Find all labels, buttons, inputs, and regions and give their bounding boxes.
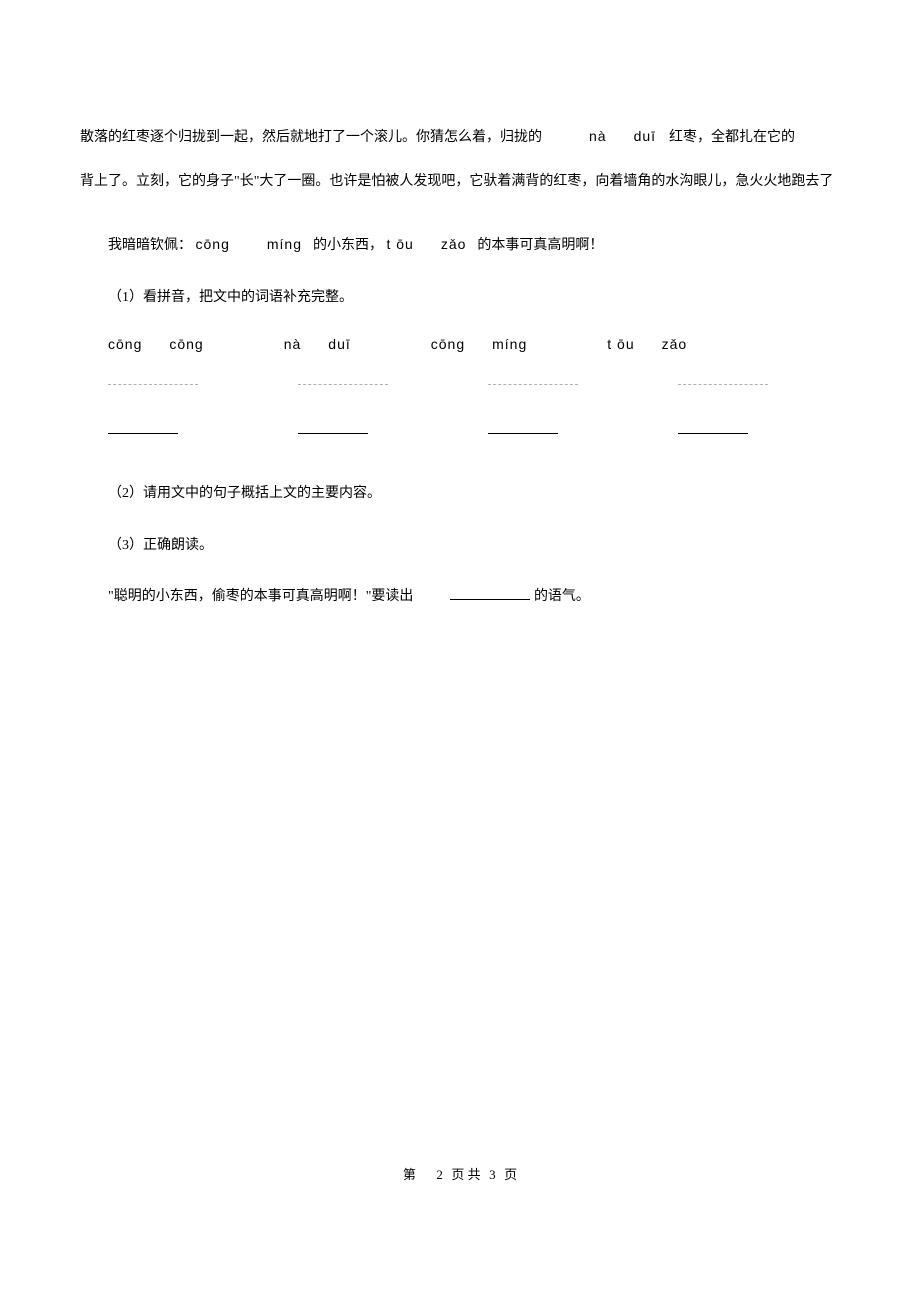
- footer-suffix: 页: [504, 1167, 517, 1182]
- text-run: 我暗暗钦佩：: [108, 238, 192, 253]
- pinyin-group-4: t ōu zǎo: [607, 328, 687, 363]
- pinyin-cong-2: cōng: [169, 328, 203, 362]
- footer-middle: 页 共: [451, 1167, 480, 1182]
- fill-blank[interactable]: [488, 419, 558, 434]
- pinyin-group-1: cōng cōng: [108, 328, 204, 363]
- paragraph-2: 背上了。立刻，它的身子"长"大了一圈。也许是怕被人发现吧，它驮着满背的红枣，向着…: [80, 165, 840, 199]
- page-footer: 第 2 页 共 3 页: [0, 1164, 920, 1183]
- paragraph-3: 我暗暗钦佩： cōng míng 的小东西， t ōu zǎo 的本事可真高明啊…: [80, 228, 840, 263]
- question-2: （2）请用文中的句子概括上文的主要内容。: [80, 477, 840, 511]
- inline-pinyin-ming: míng: [267, 236, 302, 252]
- text-run: 背上了。立刻，它的身子"长"大了一圈。也许是怕被人发现吧，它驮着满背的红枣，向着…: [80, 174, 833, 189]
- pinyin-zao: zǎo: [662, 328, 688, 362]
- inline-pinyin-dui: duī: [634, 128, 656, 144]
- footer-total: 3: [489, 1167, 496, 1182]
- text-run: 散落的红枣逐个归拢到一起，然后就地打了一个滚儿。你猜怎么着，归拢的: [80, 130, 542, 145]
- inline-pinyin-tou: t ōu: [386, 236, 413, 252]
- fill-blank[interactable]: [108, 419, 178, 434]
- pinyin-na: nà: [284, 328, 302, 362]
- text-run: 红枣，全都扎在它的: [669, 130, 795, 145]
- fill-blank[interactable]: [678, 419, 748, 434]
- fill-blank-inline[interactable]: [450, 585, 530, 600]
- footer-prefix: 第: [403, 1167, 416, 1182]
- pinyin-ming: míng: [492, 328, 527, 362]
- footer-page-number: 2: [436, 1167, 443, 1182]
- pinyin-tou: t ōu: [607, 328, 634, 362]
- question-3: （3）正确朗读。: [80, 529, 840, 563]
- question-1: （1）看拼音，把文中的词语补充完整。: [80, 281, 840, 315]
- blank-cell-4: [678, 365, 788, 447]
- pinyin-group-2: nà duī: [284, 328, 351, 363]
- pinyin-answer-row: cōng cōng nà duī cōng míng t ōu zǎo: [80, 328, 840, 363]
- text-run: 的语气。: [534, 589, 590, 604]
- question-label: （3）正确朗读。: [108, 538, 213, 553]
- text-run: 的本事可真高明啊！: [477, 238, 603, 253]
- blank-cell-2: [298, 365, 408, 447]
- inline-pinyin-na: nà: [589, 128, 607, 144]
- blank-cell-1: [108, 365, 218, 447]
- pinyin-dui: duī: [328, 328, 350, 362]
- pinyin-cong-3: cōng: [431, 328, 465, 362]
- question-label: （2）请用文中的句子概括上文的主要内容。: [108, 486, 381, 501]
- fill-blank[interactable]: [298, 419, 368, 434]
- question-label: "聪明的小东西，偷枣的本事可真高明啊！"要读出: [108, 589, 413, 604]
- document-body: 散落的红枣逐个归拢到一起，然后就地打了一个滚儿。你猜怎么着，归拢的 nà duī…: [0, 0, 920, 614]
- question-4: "聪明的小东西，偷枣的本事可真高明啊！"要读出 的语气。: [80, 580, 840, 614]
- inline-pinyin-zao: zǎo: [441, 236, 467, 252]
- pinyin-cong: cōng: [108, 328, 142, 362]
- text-run: 的小东西，: [313, 238, 383, 253]
- blank-cell-3: [488, 365, 598, 447]
- paragraph-1: 散落的红枣逐个归拢到一起，然后就地打了一个滚儿。你猜怎么着，归拢的 nà duī…: [80, 120, 840, 155]
- inline-pinyin-cong: cōng: [196, 236, 230, 252]
- blank-answer-row: [80, 365, 840, 447]
- pinyin-group-3: cōng míng: [431, 328, 527, 363]
- question-label: （1）看拼音，把文中的词语补充完整。: [108, 290, 353, 305]
